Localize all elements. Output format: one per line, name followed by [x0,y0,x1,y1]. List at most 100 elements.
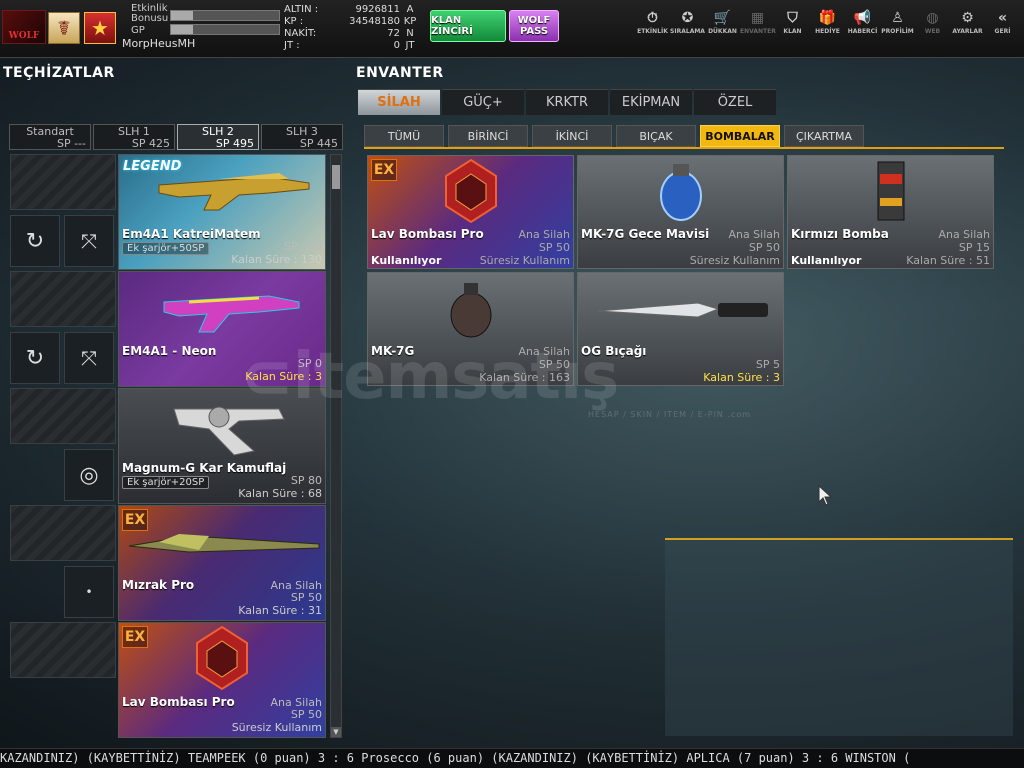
menu-back[interactable]: « GERİ [985,8,1020,35]
subtab-4[interactable]: BOMBALAR [700,125,780,147]
menu-profile[interactable]: ♙ PROFİLİM [880,8,915,35]
aim-slot-button[interactable]: ◎ [64,449,114,501]
back-icon: « [997,10,1008,26]
menu-label: SIRALAMA [670,28,705,35]
loadout-tab[interactable]: SLH 2 SP 495 [177,124,259,150]
subtab-5[interactable]: ÇIKARTMA [784,125,864,147]
ex-badge-icon: EX [122,626,148,648]
item-duration: Kalan Süre : 3 [703,371,780,384]
crosshair-icon: ⤧ [81,229,97,253]
scroll-down-icon[interactable]: ▼ [331,727,341,737]
loadout-tab-sp: SP --- [56,137,86,150]
weapon-name: Lav Bombası Pro [122,695,235,709]
globe-icon: ◍ [926,10,939,26]
menu-globe[interactable]: ◍ WEB [915,8,950,35]
subtab-3[interactable]: BIÇAK [616,125,696,147]
stat-value: 0 [393,40,400,51]
loadout-tab[interactable]: Standart SP --- [9,124,91,150]
item-duration: Süresiz Kullanım [479,254,570,267]
weapon-duration: Süresiz Kullanım [231,721,322,734]
item-sp: SP 5 [755,358,780,371]
subtab-1[interactable]: BİRİNCİ [448,125,528,147]
subtab-0[interactable]: TÜMÜ [364,125,444,147]
weapon-sp: SP 50 [290,708,322,721]
stat-row: ALTIN : 9926811 A [284,4,424,16]
inventory-item[interactable]: EX Lav Bombası Pro Ana Silah SP 50 Kullanılı… [367,155,574,269]
menu-medal[interactable]: ✪ SIRALAMA [670,8,705,35]
inventory-item[interactable]: MK-7G Gece Mavisi Ana Silah SP 50 Süresiz K… [577,155,784,269]
stat-row: NAKİT: 72 N [284,28,424,40]
slot-placeholder [10,622,116,678]
inventory-main-tabs: SİLAH GÜÇ+ KRKTR EKİPMAN ÖZEL [358,89,778,115]
match-result-ticker: KAZANDINIZ) (KAYBETTİNİZ) TEAMPEEK (0 pu… [0,748,1024,768]
klan-chain-button[interactable]: KLAN ZİNCİRİ [430,10,506,42]
target-circle-icon: ◎ [79,462,99,488]
equipped-weapon-card[interactable]: EX Lav Bombası Pro Ana Silah SP 50 Süresiz K… [118,622,326,738]
menu-gear[interactable]: ⚙ AYARLAR [950,8,985,35]
stat-label: NAKİT: [284,28,317,39]
slot-placeholder [10,271,116,327]
loadout-scrollbar[interactable]: ▼ [330,154,342,738]
stat-label: ALTIN : [284,4,319,15]
weapon-name: Em4A1 KatreiMatem [122,227,261,241]
megaphone-icon: 📢 [853,10,872,26]
dot-slot-button[interactable]: • [64,566,114,618]
tab-2[interactable]: KRKTR [526,89,608,115]
tab-4[interactable]: ÖZEL [694,89,776,115]
menu-label: DÜKKAN [708,28,737,35]
menu-gift[interactable]: 🎁 HEDİYE [810,8,845,35]
loadout-tab[interactable]: SLH 3 SP 445 [261,124,343,150]
username: MorpHeusMH [122,37,196,50]
tab-1[interactable]: GÜÇ+ [442,89,524,115]
subtab-2[interactable]: İKİNCİ [532,125,612,147]
grenade-slot-button[interactable]: ↻ [10,215,60,267]
scroll-thumb[interactable] [332,165,340,189]
stat-value: 72 [387,28,400,39]
weapon-name: Magnum-G Kar Kamuflaj [122,461,287,475]
event-bonus-label: Etkinlik Bonusu [131,3,169,24]
menu-megaphone[interactable]: 📢 HABERCİ [845,8,880,35]
tab-3[interactable]: EKİPMAN [610,89,692,115]
menu-shield[interactable]: ⛉ KLAN [775,8,810,35]
in-use-label: Kullanılıyor [791,254,862,267]
menu-stopwatch[interactable]: ⏱ ETKİNLİK [635,8,670,35]
crosshair-icon: ⤧ [81,346,97,370]
item-name: MK-7G Gece Mavisi [581,227,710,241]
menu-label: PROFİLİM [881,28,914,35]
ex-badge-icon: EX [122,509,148,531]
menu-label: HABERCİ [847,28,878,35]
legend-badge-icon: LEGEND [123,159,182,174]
crosshair-slot-button[interactable]: ⤧ [64,215,114,267]
equipped-weapon-card[interactable]: LEGEND Em4A1 KatreiMatem Ek şarjör+50SP SP … [118,154,326,270]
menu-label: GERİ [994,28,1011,35]
item-name: Kırmızı Bomba [791,227,889,241]
weapon-name: Mızrak Pro [122,578,195,592]
inventory-item[interactable]: Kırmızı Bomba Ana Silah SP 15 Kullanılıyor K… [787,155,994,269]
wolf-pass-button[interactable]: WOLF PASS [509,10,559,42]
loadout-tab-sp: SP 495 [215,137,254,150]
shield-icon: ⛉ [787,10,798,26]
loadout-tab-sp: SP 445 [299,137,338,150]
menu-label: HEDİYE [815,28,840,35]
loadout-tabs: Standart SP --- SLH 1 SP 425 SLH 2 SP 495 SLH … [9,124,345,150]
rank-badge-icon: ☤ [48,12,80,44]
loadout-tab[interactable]: SLH 1 SP 425 [93,124,175,150]
item-category: Ana Silah [728,228,780,241]
equipment-title: TEÇHİZATLAR [3,65,115,81]
sub-tab-divider [364,147,1004,149]
grenade-slot-button[interactable]: ↻ [10,332,60,384]
inventory-sub-tabs: TÜMÜ BİRİNCİ İKİNCİ BIÇAK BOMBALAR ÇIKARTMA [364,125,868,147]
weapon-name: EM4A1 - Neon [122,344,217,358]
menu-label: AYARLAR [952,28,983,35]
slot-placeholder [10,154,116,210]
menu-inventory[interactable]: ▦ ENVANTER [740,8,776,35]
menu-cart[interactable]: 🛒 DÜKKAN [705,8,740,35]
loadout-slot: • EX Mızrak Pro Ana Silah SP 50 Kalan Süre : … [10,505,340,621]
crosshair-slot-button[interactable]: ⤧ [64,332,114,384]
stat-row: JT : 0 JT [284,40,424,52]
inventory-title: ENVANTER [356,65,444,81]
equipped-weapon-card[interactable]: EX Mızrak Pro Ana Silah SP 50 Kalan Süre : 3… [118,505,326,621]
tab-0[interactable]: SİLAH [358,89,440,115]
event-bonus-bar [170,10,280,21]
item-sp: SP 50 [748,241,780,254]
